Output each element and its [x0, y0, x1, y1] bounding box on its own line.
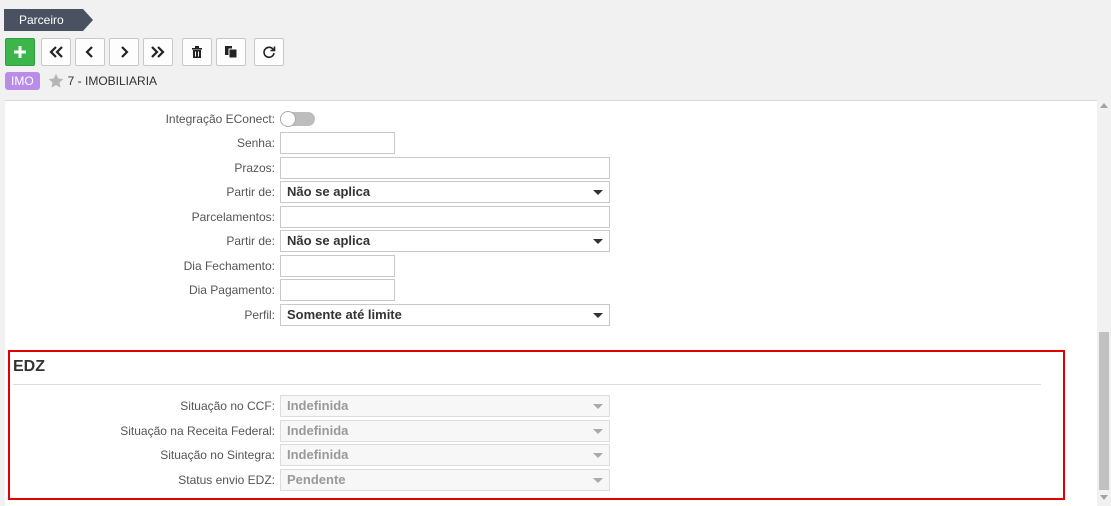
sintegra-value: Indefinida	[287, 447, 349, 462]
dia-pagamento-row: Dia Pagamento:	[5, 279, 705, 301]
senha-input[interactable]	[280, 132, 395, 154]
next-record-button[interactable]	[109, 38, 139, 66]
section-divider	[13, 384, 1041, 385]
prazos-input[interactable]	[280, 157, 610, 179]
caret-down-icon	[593, 478, 603, 483]
parcelamentos-label: Parcelamentos:	[191, 210, 275, 224]
form-panel: Integração EConect: Senha: Prazos: Parti…	[5, 100, 1097, 506]
previous-record-button[interactable]	[75, 38, 105, 66]
double-chevron-left-icon	[49, 46, 63, 58]
breadcrumb[interactable]: Parceiro	[4, 9, 93, 31]
status-edz-label: Status envio EDZ:	[178, 473, 275, 487]
parcelamentos-row: Parcelamentos:	[5, 206, 705, 228]
record-title: 7 - IMOBILIARIA	[67, 74, 158, 88]
dia-fechamento-row: Dia Fechamento:	[5, 255, 705, 277]
caret-down-icon	[593, 190, 603, 195]
copy-icon	[225, 46, 238, 59]
status-edz-select: Pendente	[280, 469, 610, 491]
senha-row: Senha:	[5, 132, 705, 154]
refresh-button[interactable]	[254, 38, 284, 66]
partir-de-select-1[interactable]: Não se aplica	[280, 181, 610, 203]
perfil-select[interactable]: Somente até limite	[280, 304, 610, 326]
partir-de-value-2: Não se aplica	[287, 233, 371, 248]
receita-value: Indefinida	[287, 423, 349, 438]
trash-icon	[192, 46, 202, 58]
partir-de-label-2: Partir de:	[226, 234, 275, 248]
chevron-right-icon	[121, 46, 129, 58]
status-edz-value: Pendente	[287, 472, 346, 487]
sintegra-row: Situação no Sintegra: Indefinida	[5, 444, 705, 466]
partir-de-value-1: Não se aplica	[287, 184, 371, 199]
dia-fechamento-label: Dia Fechamento:	[183, 259, 275, 273]
integracao-row: Integração EConect:	[5, 108, 705, 130]
caret-down-icon	[593, 429, 603, 434]
integracao-label: Integração EConect:	[165, 112, 275, 126]
toggle-knob	[280, 111, 296, 127]
receita-label: Situação na Receita Federal:	[120, 424, 275, 438]
caret-down-icon	[593, 404, 603, 409]
scroll-up-arrow-icon[interactable]	[1100, 103, 1108, 108]
integracao-toggle[interactable]	[280, 111, 315, 127]
sintegra-label: Situação no Sintegra:	[160, 448, 275, 462]
perfil-label: Perfil:	[244, 308, 275, 322]
dia-pagamento-label: Dia Pagamento:	[188, 283, 275, 297]
double-chevron-right-icon	[151, 46, 165, 58]
edz-title: EDZ	[13, 358, 45, 375]
record-header: IMO 7 - IMOBILIARIA	[5, 71, 157, 91]
scroll-thumb[interactable]	[1099, 332, 1109, 490]
ccf-row: Situação no CCF: Indefinida	[5, 395, 705, 417]
perfil-value: Somente até limite	[287, 307, 402, 322]
vertical-scrollbar[interactable]	[1097, 100, 1111, 506]
partir-de-label-1: Partir de:	[226, 185, 275, 199]
plus-icon	[14, 46, 26, 58]
dia-pagamento-input[interactable]	[280, 279, 395, 301]
dia-fechamento-input[interactable]	[280, 255, 395, 277]
caret-down-icon	[593, 239, 603, 244]
star-icon[interactable]	[48, 73, 64, 89]
ccf-select: Indefinida	[280, 395, 610, 417]
ccf-label: Situação no CCF:	[180, 399, 275, 413]
receita-select: Indefinida	[280, 420, 610, 442]
perfil-row: Perfil: Somente até limite	[5, 304, 705, 326]
refresh-icon	[263, 46, 276, 59]
partir-de-select-2[interactable]: Não se aplica	[280, 230, 610, 252]
first-record-button[interactable]	[41, 38, 71, 66]
partir-de-row-2: Partir de: Não se aplica	[5, 230, 705, 252]
caret-down-icon	[593, 453, 603, 458]
prazos-label: Prazos:	[234, 161, 275, 175]
senha-label: Senha:	[236, 136, 275, 150]
delete-button[interactable]	[182, 38, 212, 66]
partir-de-row-1: Partir de: Não se aplica	[5, 181, 705, 203]
chevron-left-icon	[85, 46, 93, 58]
last-record-button[interactable]	[143, 38, 173, 66]
receita-row: Situação na Receita Federal: Indefinida	[5, 420, 705, 442]
scroll-down-arrow-icon[interactable]	[1100, 495, 1108, 500]
copy-button[interactable]	[216, 38, 246, 66]
prazos-row: Prazos:	[5, 157, 705, 179]
caret-down-icon	[593, 313, 603, 318]
parcelamentos-input[interactable]	[280, 206, 610, 228]
record-type-badge: IMO	[5, 72, 40, 90]
ccf-value: Indefinida	[287, 398, 349, 413]
sintegra-select: Indefinida	[280, 444, 610, 466]
add-button[interactable]	[5, 38, 35, 66]
status-edz-row: Status envio EDZ: Pendente	[5, 469, 705, 491]
